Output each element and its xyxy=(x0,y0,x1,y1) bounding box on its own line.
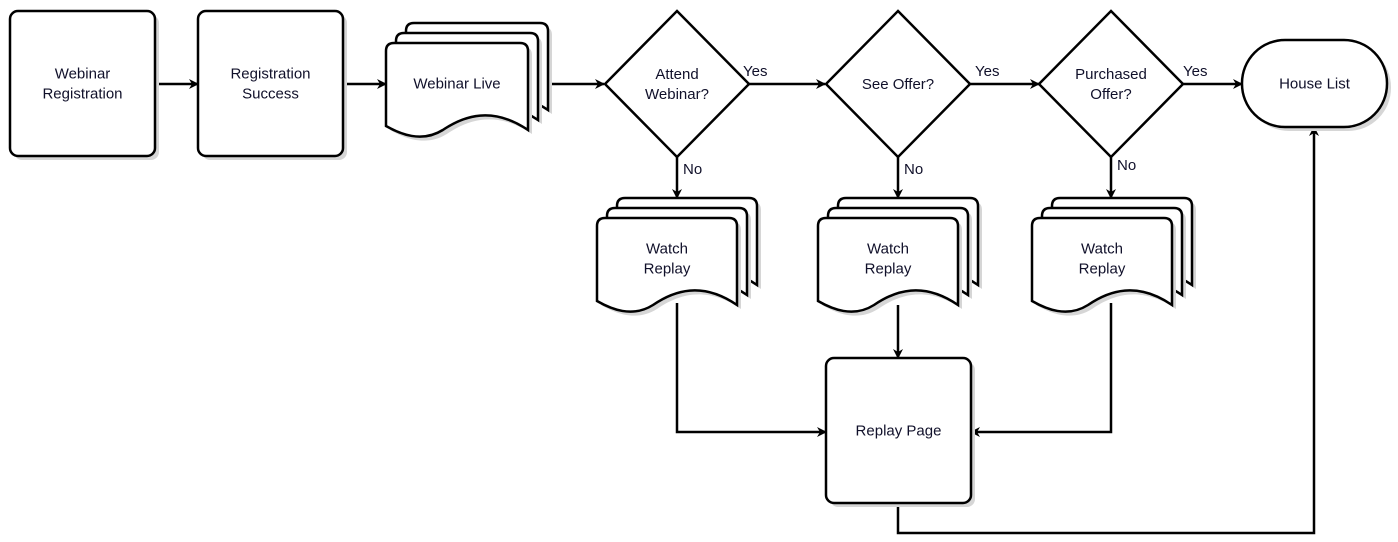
connector-arrow xyxy=(675,303,827,437)
edge-label: No xyxy=(1117,157,1136,174)
edge-attend-webinar-to-watch-replay-1: No xyxy=(672,157,702,199)
flowchart: Yes Yes YesNo No No WebinarRegistrationRegis… xyxy=(8,9,1391,535)
node-house-list[interactable]: House List xyxy=(1240,38,1391,131)
node-label: Webinar xyxy=(55,66,111,83)
node-label: Registration xyxy=(42,86,122,103)
edge-label: No xyxy=(904,161,923,178)
edge-purchased-offer-to-watch-replay-3: No xyxy=(1106,157,1136,199)
node-label: Replay Page xyxy=(856,423,942,440)
node-webinar-registration[interactable]: Webinar Registration xyxy=(8,9,159,160)
node-label: Watch xyxy=(646,241,688,258)
node-watch-replay-1[interactable]: Watch Replay xyxy=(595,196,761,316)
edge-purchased-offer-to-house-list: Yes xyxy=(1183,63,1243,89)
node-label: Watch xyxy=(867,241,909,258)
node-label: Watch xyxy=(1081,241,1123,258)
node-replay-page[interactable]: Replay Page xyxy=(824,356,975,507)
node-label: Purchased xyxy=(1075,66,1147,83)
node-label: See Offer? xyxy=(862,76,934,93)
node-label: Registration xyxy=(230,66,310,83)
edge-label: Yes xyxy=(975,63,999,80)
edge-watch-replay-1-to-replay-page xyxy=(675,303,827,437)
edge-see-offer-to-purchased-offer: Yes xyxy=(970,63,1040,89)
node-label: Webinar? xyxy=(645,86,709,103)
node-label: Attend xyxy=(655,66,698,83)
node-attend-webinar[interactable]: Attend Webinar? xyxy=(603,9,751,159)
edge-label: No xyxy=(683,161,702,178)
node-label: House List xyxy=(1279,76,1351,93)
node-webinar-live[interactable]: Webinar Live xyxy=(384,21,552,141)
node-watch-replay-3[interactable]: Watch Replay xyxy=(1030,196,1196,316)
edge-see-offer-to-watch-replay-2: No xyxy=(893,157,923,199)
node-label: Replay xyxy=(1079,261,1126,278)
node-label: Webinar Live xyxy=(413,76,500,93)
connector-arrow xyxy=(970,303,1113,437)
node-label: Offer? xyxy=(1090,86,1131,103)
node-purchased-offer[interactable]: Purchased Offer? xyxy=(1037,9,1185,159)
edge-attend-webinar-to-see-offer: Yes xyxy=(743,63,826,89)
edge-label: Yes xyxy=(1183,63,1207,80)
node-label: Replay xyxy=(865,261,912,278)
edge-watch-replay-3-to-replay-page xyxy=(970,303,1113,437)
node-label: Success xyxy=(242,86,299,103)
node-watch-replay-2[interactable]: Watch Replay xyxy=(816,196,982,316)
node-label: Replay xyxy=(644,261,691,278)
edge-label: Yes xyxy=(743,63,767,80)
node-see-offer[interactable]: See Offer? xyxy=(824,9,972,159)
node-registration-success[interactable]: Registration Success xyxy=(196,9,347,160)
